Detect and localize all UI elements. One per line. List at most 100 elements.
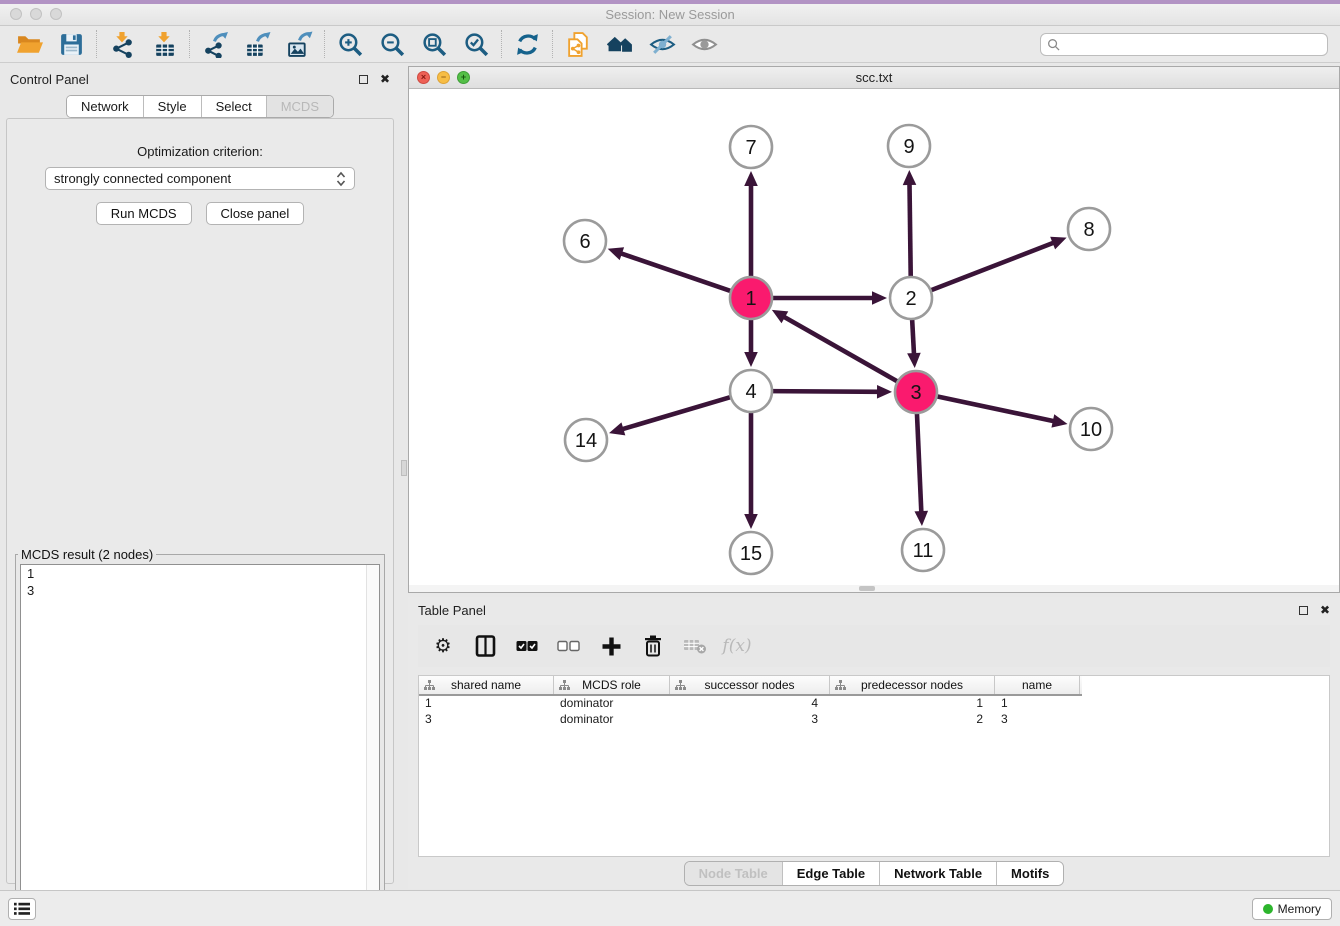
graph-node-10[interactable]: 10 xyxy=(1070,408,1112,450)
unselect-all-button[interactable] xyxy=(552,630,586,662)
table-row[interactable]: 1dominator411 xyxy=(419,696,1329,712)
float-panel-icon[interactable] xyxy=(359,75,368,84)
table-toolbar: ⚙ xyxy=(418,625,1330,667)
memory-button[interactable]: Memory xyxy=(1252,898,1332,920)
import-table-icon xyxy=(151,31,178,58)
app-titlebar: Session: New Session xyxy=(0,0,1340,26)
mcds-result-list[interactable]: 13 xyxy=(20,564,380,914)
graph-node-8[interactable]: 8 xyxy=(1068,208,1110,250)
add-column-button[interactable] xyxy=(594,630,628,662)
close-network-icon[interactable]: × xyxy=(417,71,430,84)
graph-edge-3-1[interactable] xyxy=(783,316,899,382)
first-neighbors-button[interactable] xyxy=(599,28,641,60)
import-network-button[interactable] xyxy=(101,28,143,60)
column-header-predecessor-nodes[interactable]: predecessor nodes xyxy=(830,676,995,694)
graph-node-6[interactable]: 6 xyxy=(564,220,606,262)
table-cell[interactable]: 1 xyxy=(419,696,554,712)
minimize-network-icon[interactable]: − xyxy=(437,71,450,84)
export-network-button[interactable] xyxy=(194,28,236,60)
graph-edge-3-10[interactable] xyxy=(935,396,1055,421)
graph-edge-4-3[interactable] xyxy=(770,391,879,392)
column-header-successor-nodes[interactable]: successor nodes xyxy=(670,676,830,694)
graph-edge-arrowhead xyxy=(877,385,892,399)
table-cell[interactable]: 1 xyxy=(995,696,1080,712)
graph-node-4[interactable]: 4 xyxy=(730,370,772,412)
graph-node-9[interactable]: 9 xyxy=(888,125,930,167)
run-mcds-button[interactable]: Run MCDS xyxy=(96,202,192,225)
zoom-selected-button[interactable] xyxy=(455,28,497,60)
tab-mcds[interactable]: MCDS xyxy=(266,96,333,117)
zoom-out-button[interactable] xyxy=(371,28,413,60)
table-cell[interactable]: 3 xyxy=(670,712,830,728)
graph-node-7[interactable]: 7 xyxy=(730,126,772,168)
graph-edge-2-3[interactable] xyxy=(912,317,914,355)
table-cell[interactable]: 4 xyxy=(670,696,830,712)
graph-node-15[interactable]: 15 xyxy=(730,532,772,574)
refresh-button[interactable] xyxy=(506,28,548,60)
search-input[interactable] xyxy=(1064,37,1321,51)
table-cell[interactable]: 3 xyxy=(419,712,554,728)
show-columns-button[interactable] xyxy=(468,630,502,662)
column-header-name[interactable]: name xyxy=(995,676,1080,694)
zoom-fit-button[interactable] xyxy=(413,28,455,60)
clone-network-button[interactable] xyxy=(557,28,599,60)
network-window-controls[interactable]: × − + xyxy=(417,71,470,84)
table-panel: Table Panel ✖ ⚙ xyxy=(408,597,1340,889)
tab-select[interactable]: Select xyxy=(201,96,266,117)
canvas-scrollbar-track[interactable] xyxy=(409,585,1339,592)
table-cell[interactable]: dominator xyxy=(554,712,670,728)
criterion-dropdown[interactable]: strongly connected component xyxy=(45,167,355,190)
open-file-button[interactable] xyxy=(8,28,50,60)
result-scrollbar[interactable] xyxy=(366,565,379,913)
delete-column-button[interactable] xyxy=(636,630,670,662)
export-table-button[interactable] xyxy=(236,28,278,60)
graph-edge-4-14[interactable] xyxy=(621,396,732,429)
close-panel-icon[interactable]: ✖ xyxy=(380,73,390,85)
table-row[interactable]: 3dominator323 xyxy=(419,712,1329,728)
table-cell[interactable]: 2 xyxy=(830,712,995,728)
float-table-panel-icon[interactable] xyxy=(1299,606,1308,615)
export-image-button[interactable] xyxy=(278,28,320,60)
graph-node-11[interactable]: 11 xyxy=(902,529,944,571)
select-all-button[interactable] xyxy=(510,630,544,662)
function-builder-button[interactable]: f(x) xyxy=(720,630,754,662)
maximize-network-icon[interactable]: + xyxy=(457,71,470,84)
node-table[interactable]: shared nameMCDS rolesuccessor nodesprede… xyxy=(418,675,1330,857)
hide-selected-button[interactable] xyxy=(641,28,683,60)
panel-divider-grip[interactable] xyxy=(401,460,407,476)
network-window-titlebar[interactable]: scc.txt × − + xyxy=(409,67,1339,89)
zoom-in-icon xyxy=(337,31,364,58)
show-all-button[interactable] xyxy=(683,28,725,60)
canvas-scrollbar-thumb[interactable] xyxy=(859,586,875,591)
search-field[interactable] xyxy=(1040,33,1328,56)
tab-style[interactable]: Style xyxy=(143,96,201,117)
delete-table-button[interactable] xyxy=(678,630,712,662)
tab-network-table[interactable]: Network Table xyxy=(879,862,996,885)
close-table-panel-icon[interactable]: ✖ xyxy=(1320,604,1330,616)
column-header-mcds-role[interactable]: MCDS role xyxy=(554,676,670,694)
tab-motifs[interactable]: Motifs xyxy=(996,862,1063,885)
table-cell[interactable]: dominator xyxy=(554,696,670,712)
graph-node-14[interactable]: 14 xyxy=(565,419,607,461)
graph-node-3[interactable]: 3 xyxy=(895,371,937,413)
zoom-in-button[interactable] xyxy=(329,28,371,60)
graph-edge-3-11[interactable] xyxy=(917,411,922,513)
network-graph[interactable]: 1 2 3 4 6 7 8 9 10 11 14 15 xyxy=(409,89,1339,592)
graph-edge-2-8[interactable] xyxy=(929,242,1055,291)
tab-node-table[interactable]: Node Table xyxy=(685,862,782,885)
tab-edge-table[interactable]: Edge Table xyxy=(782,862,879,885)
column-header-shared-name[interactable]: shared name xyxy=(419,676,554,694)
graph-node-2[interactable]: 2 xyxy=(890,277,932,319)
close-panel-button[interactable]: Close panel xyxy=(206,202,305,225)
network-canvas[interactable]: 1 2 3 4 6 7 8 9 10 11 14 15 xyxy=(409,89,1339,592)
graph-node-1[interactable]: 1 xyxy=(730,277,772,319)
import-table-button[interactable] xyxy=(143,28,185,60)
task-history-button[interactable] xyxy=(8,898,36,920)
table-cell[interactable]: 1 xyxy=(830,696,995,712)
tab-network[interactable]: Network xyxy=(67,96,143,117)
save-session-button[interactable] xyxy=(50,28,92,60)
table-settings-button[interactable]: ⚙ xyxy=(426,630,460,662)
graph-edge-1-6[interactable] xyxy=(620,253,733,292)
graph-edge-2-9[interactable] xyxy=(909,183,910,279)
table-cell[interactable]: 3 xyxy=(995,712,1080,728)
